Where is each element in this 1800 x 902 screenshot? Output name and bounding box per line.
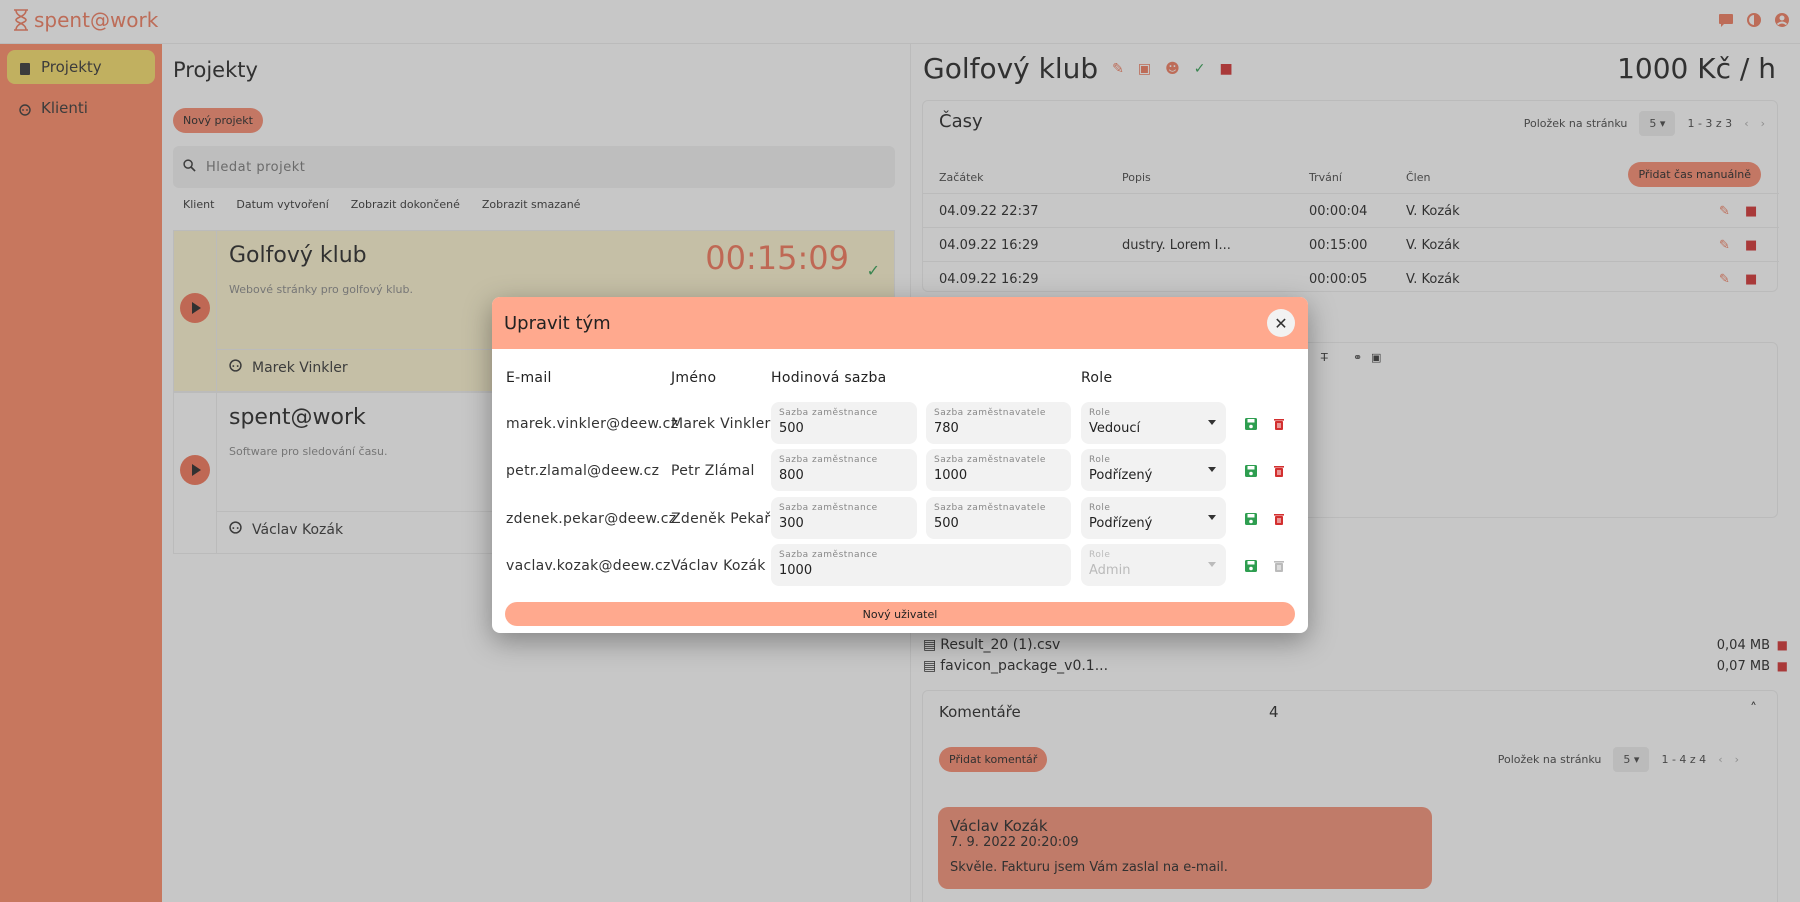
employer-rate-field[interactable]: Sazba zaměstnavatele 780 [926,402,1071,444]
field-value: Vedoucí [1089,421,1141,436]
trash-icon[interactable] [1272,416,1286,430]
role-select[interactable]: Role Vedoucí [1081,402,1226,444]
trash-icon[interactable] [1272,463,1286,477]
column-header-email: E-mail [506,370,552,386]
field-label: Role [1089,550,1111,560]
member-email: petr.zlamal@deew.cz [506,463,660,479]
member-email: zdenek.pekar@deew.cz [506,511,677,527]
field-value: Podřízený [1089,516,1153,531]
employee-rate-field[interactable]: Sazba zaměstnance 1000 [771,544,1071,586]
dialog-header: Upravit tým ✕ [492,297,1308,349]
save-icon[interactable] [1244,463,1258,477]
dropdown-arrow-icon [1208,562,1216,567]
employer-rate-field[interactable]: Sazba zaměstnavatele 1000 [926,449,1071,491]
save-icon[interactable] [1244,416,1258,430]
field-label: Sazba zaměstnavatele [934,455,1046,465]
dropdown-arrow-icon [1208,420,1216,425]
field-label: Sazba zaměstnance [779,455,878,465]
team-member-row: petr.zlamal@deew.cz Petr Zlámal Sazba za… [492,449,1308,493]
field-value[interactable]: 500 [779,421,909,436]
employer-rate-field[interactable]: Sazba zaměstnavatele 500 [926,497,1071,539]
employee-rate-field[interactable]: Sazba zaměstnance 300 [771,497,917,539]
member-email: vaclav.kozak@deew.cz [506,558,671,574]
member-name: Václav Kozák [671,558,766,574]
close-icon: ✕ [1274,313,1288,333]
field-label: Sazba zaměstnance [779,550,878,560]
dropdown-arrow-icon [1208,515,1216,520]
field-label: Role [1089,455,1111,465]
column-header-rate: Hodinová sazba [771,370,887,386]
save-icon[interactable] [1244,511,1258,525]
field-label: Role [1089,408,1111,418]
member-name: Zdeněk Pekař [671,511,771,527]
field-value[interactable]: 800 [779,468,909,483]
member-name: Petr Zlámal [671,463,755,479]
column-header-role: Role [1081,370,1113,386]
dropdown-arrow-icon [1208,467,1216,472]
trash-icon[interactable] [1272,511,1286,525]
field-value: Podřízený [1089,468,1153,483]
field-value[interactable]: 1000 [934,468,1063,483]
field-value: Admin [1089,563,1131,578]
team-member-row: marek.vinkler@deew.cz Marek Vinkler Sazb… [492,402,1308,446]
trash-icon [1272,558,1286,572]
role-select[interactable]: Role Podřízený [1081,497,1226,539]
role-select: Role Admin [1081,544,1226,586]
add-user-button[interactable]: Nový uživatel [505,602,1295,626]
team-member-row: zdenek.pekar@deew.cz Zdeněk Pekař Sazba … [492,497,1308,541]
team-member-row: vaclav.kozak@deew.cz Václav Kozák Sazba … [492,544,1308,588]
field-value[interactable]: 1000 [779,563,1063,578]
field-label: Role [1089,503,1111,513]
dialog-title: Upravit tým [504,312,611,334]
save-icon[interactable] [1244,558,1258,572]
role-select[interactable]: Role Podřízený [1081,449,1226,491]
field-label: Sazba zaměstnance [779,408,878,418]
edit-team-dialog: Upravit tým ✕ E-mail Jméno Hodinová sazb… [492,297,1308,633]
field-label: Sazba zaměstnavatele [934,408,1046,418]
close-button[interactable]: ✕ [1267,309,1295,337]
field-value[interactable]: 500 [934,516,1063,531]
member-email: marek.vinkler@deew.cz [506,416,679,432]
employee-rate-field[interactable]: Sazba zaměstnance 500 [771,402,917,444]
field-value[interactable]: 780 [934,421,1063,436]
field-value[interactable]: 300 [779,516,909,531]
employee-rate-field[interactable]: Sazba zaměstnance 800 [771,449,917,491]
member-name: Marek Vinkler [671,416,771,432]
field-label: Sazba zaměstnavatele [934,503,1046,513]
field-label: Sazba zaměstnance [779,503,878,513]
column-header-name: Jméno [671,370,717,386]
